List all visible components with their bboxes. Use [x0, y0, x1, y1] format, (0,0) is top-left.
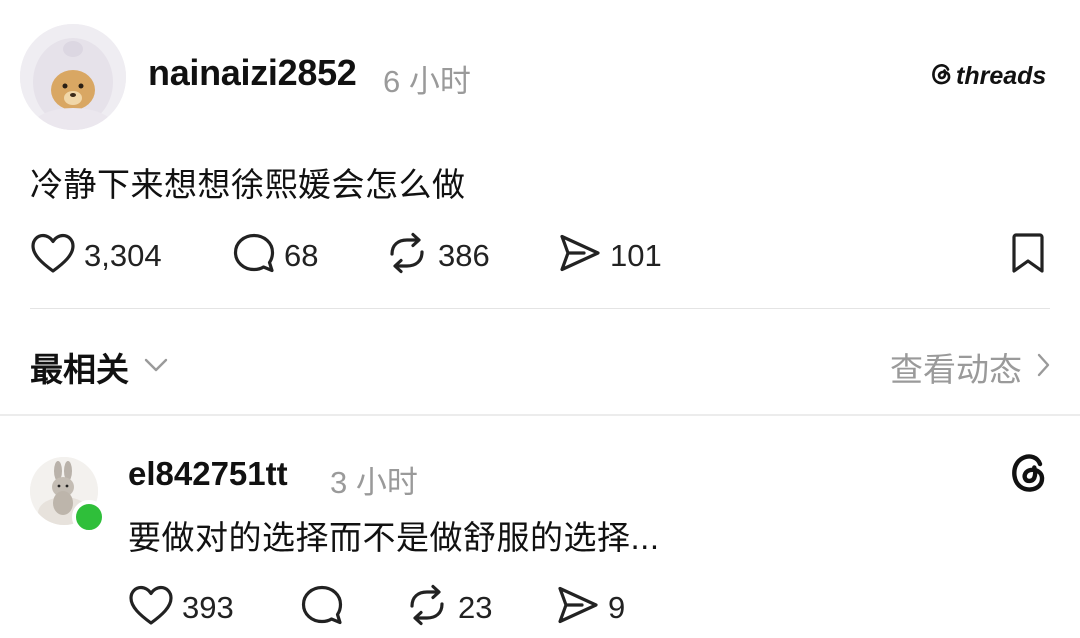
chevron-right-icon	[1036, 352, 1050, 383]
reply-repost-button[interactable]: 23	[404, 584, 492, 631]
share-count: 101	[610, 237, 662, 273]
heart-icon	[30, 232, 76, 279]
online-status-indicator	[72, 500, 106, 534]
repost-count: 386	[438, 237, 490, 273]
heart-icon	[128, 584, 174, 631]
sort-label: 最相关	[30, 351, 129, 388]
repost-icon	[384, 232, 430, 279]
reply-share-count: 9	[608, 589, 626, 625]
threads-brand: threads	[930, 62, 1046, 91]
post-timestamp: 6 小时	[383, 64, 471, 99]
bookmark-icon	[1010, 233, 1046, 279]
reply-share-button[interactable]: 9	[556, 584, 625, 631]
sort-dropdown[interactable]: 最相关	[30, 343, 169, 391]
divider	[30, 308, 1050, 309]
chevron-down-icon	[143, 357, 169, 378]
reply-like-button[interactable]: 393	[128, 584, 234, 631]
threads-logo-icon[interactable]	[1008, 451, 1050, 502]
send-icon	[558, 232, 602, 279]
author-avatar[interactable]	[20, 24, 126, 130]
comment-bubble-icon	[300, 584, 344, 631]
threads-logo-icon	[930, 62, 954, 91]
save-button[interactable]	[1010, 231, 1046, 280]
reply-repost-count: 23	[458, 589, 493, 625]
author-username[interactable]: nainaizi2852	[148, 52, 357, 94]
like-button[interactable]: 3,304	[30, 232, 162, 279]
comment-button[interactable]: 68	[232, 232, 318, 279]
send-icon	[556, 584, 600, 631]
repost-icon	[404, 584, 450, 631]
reply-comment-button[interactable]	[300, 584, 344, 631]
view-activity-link[interactable]: 查看动态	[890, 343, 1050, 391]
repost-button[interactable]: 386	[384, 232, 490, 279]
post-text: 冷静下来想想徐熙媛会怎么做	[30, 166, 466, 203]
share-button[interactable]: 101	[558, 232, 662, 279]
reply-timestamp: 3 小时	[330, 465, 418, 500]
section-divider	[0, 414, 1080, 416]
comment-count: 68	[284, 237, 319, 273]
like-count: 3,304	[84, 237, 162, 273]
reply-text: 要做对的选择而不是做舒服的选择...	[128, 519, 660, 556]
comment-bubble-icon	[232, 232, 276, 279]
reply-author-username[interactable]: el842751tt	[128, 455, 288, 493]
threads-wordmark: threads	[956, 62, 1047, 90]
reply-like-count: 393	[182, 589, 234, 625]
view-activity-label: 查看动态	[890, 351, 1022, 388]
